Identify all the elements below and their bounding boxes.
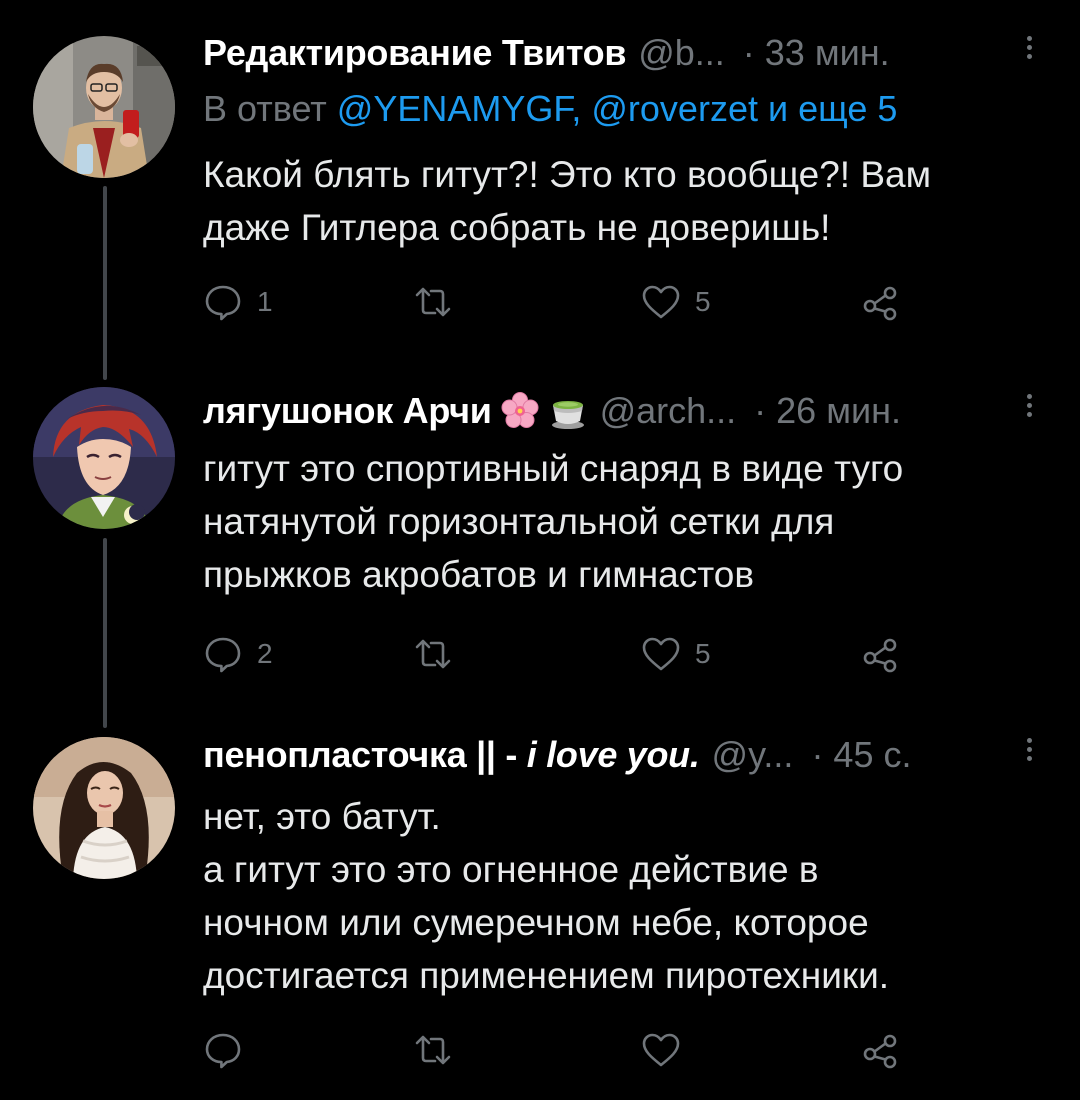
tweet-text-line: натянутой горизонтальной сетки для [203, 501, 835, 542]
more-vertical-icon[interactable] [1022, 32, 1036, 76]
user-handle[interactable]: @b... [638, 32, 725, 74]
retweet-button[interactable] [413, 1028, 467, 1072]
like-button[interactable]: 5 [641, 632, 711, 676]
tweet-text-line: прыжков акробатов и гимнастов [203, 554, 754, 595]
man-photo-avatar [33, 36, 175, 178]
avatar[interactable] [33, 36, 175, 178]
reply-to-mentions[interactable]: @YENAMYGF, @roverzet [337, 88, 758, 129]
tweet-header: Редактирование Твитов @b... · 33 мин. [203, 28, 1040, 78]
thread-line [103, 538, 107, 728]
share-icon [860, 282, 900, 322]
reply-to-more[interactable]: и еще 5 [768, 88, 897, 129]
cherry-blossom-emoji [500, 391, 540, 431]
avatar[interactable] [33, 387, 175, 529]
user-handle[interactable]: @y... [712, 734, 794, 776]
tweet-text-line: гитут это спортивный снаряд в виде туго [203, 448, 904, 489]
reply-count: 2 [257, 638, 273, 669]
reply-button[interactable]: 1 [203, 280, 273, 324]
display-name-text: пенопласточка || - [203, 734, 527, 775]
reply-icon [203, 1030, 243, 1070]
avatar[interactable] [33, 737, 175, 879]
tweet-text-line: нет, это батут. [203, 796, 441, 837]
tweet-text-line: Какой блять гитут?! Это кто вообще?! Вам [203, 154, 932, 195]
like-button[interactable]: 5 [641, 280, 711, 324]
reply-to-line: В ответ @YENAMYGF, @roverzet и еще 5 [203, 88, 897, 130]
reply-icon [203, 282, 243, 322]
user-handle[interactable]: @arch... [600, 390, 737, 432]
reply-prefix: В ответ [203, 88, 327, 129]
like-count: 5 [695, 638, 711, 669]
reply-icon [203, 634, 243, 674]
share-icon [860, 634, 900, 674]
share-button[interactable] [860, 1028, 900, 1072]
tweet-text: Какой блять гитут?! Это кто вообще?! Вам… [203, 148, 1043, 254]
display-name[interactable]: Редактирование Твитов [203, 32, 627, 74]
tweet-text-line: а гитут это это огненное действие в [203, 849, 819, 890]
display-name[interactable]: пенопласточка || - i love you. [203, 734, 700, 776]
retweet-icon [413, 1030, 453, 1070]
thread-line [103, 186, 107, 380]
more-vertical-icon[interactable] [1022, 734, 1036, 778]
tweet-header: лягушонок Арчи @arch... · 26 мин. [203, 386, 1040, 436]
retweet-icon [413, 282, 453, 322]
share-icon [860, 1030, 900, 1070]
timestamp[interactable]: · 26 мин. [754, 390, 901, 432]
retweet-button[interactable] [413, 280, 467, 324]
anime-character-avatar [33, 387, 175, 529]
tweet-text: нет, это батут. а гитут это это огненное… [203, 790, 1043, 1002]
display-name-italic: i love you. [526, 734, 700, 775]
display-name[interactable]: лягушонок Арчи [203, 390, 492, 432]
tweet-text-line: ночном или сумеречном небе, которое [203, 902, 869, 943]
heart-icon [641, 282, 681, 322]
like-count: 5 [695, 286, 711, 317]
timestamp[interactable]: · 45 с. [811, 734, 911, 776]
retweet-button[interactable] [413, 632, 467, 676]
tweet-text-line: достигается применением пиротехники. [203, 955, 890, 996]
retweet-icon [413, 634, 453, 674]
heart-icon [641, 1030, 681, 1070]
green-tea-emoji [548, 391, 588, 431]
timestamp[interactable]: · 33 мин. [743, 32, 890, 74]
more-vertical-icon[interactable] [1022, 390, 1036, 434]
woman-photo-avatar [33, 737, 175, 879]
reply-count: 1 [257, 286, 273, 317]
share-button[interactable] [860, 632, 900, 676]
action-bar: 1 5 [203, 280, 923, 324]
share-button[interactable] [860, 280, 900, 324]
heart-icon [641, 634, 681, 674]
action-bar [203, 1028, 923, 1072]
action-bar: 2 5 [203, 632, 923, 676]
tweet-header: пенопласточка || - i love you. @y... · 4… [203, 730, 1040, 780]
tweet-text-line: даже Гитлера собрать не доверишь! [203, 207, 831, 248]
tweet-text: гитут это спортивный снаряд в виде туго … [203, 442, 1043, 601]
reply-button[interactable]: 2 [203, 632, 273, 676]
reply-button[interactable] [203, 1028, 257, 1072]
like-button[interactable] [641, 1028, 695, 1072]
